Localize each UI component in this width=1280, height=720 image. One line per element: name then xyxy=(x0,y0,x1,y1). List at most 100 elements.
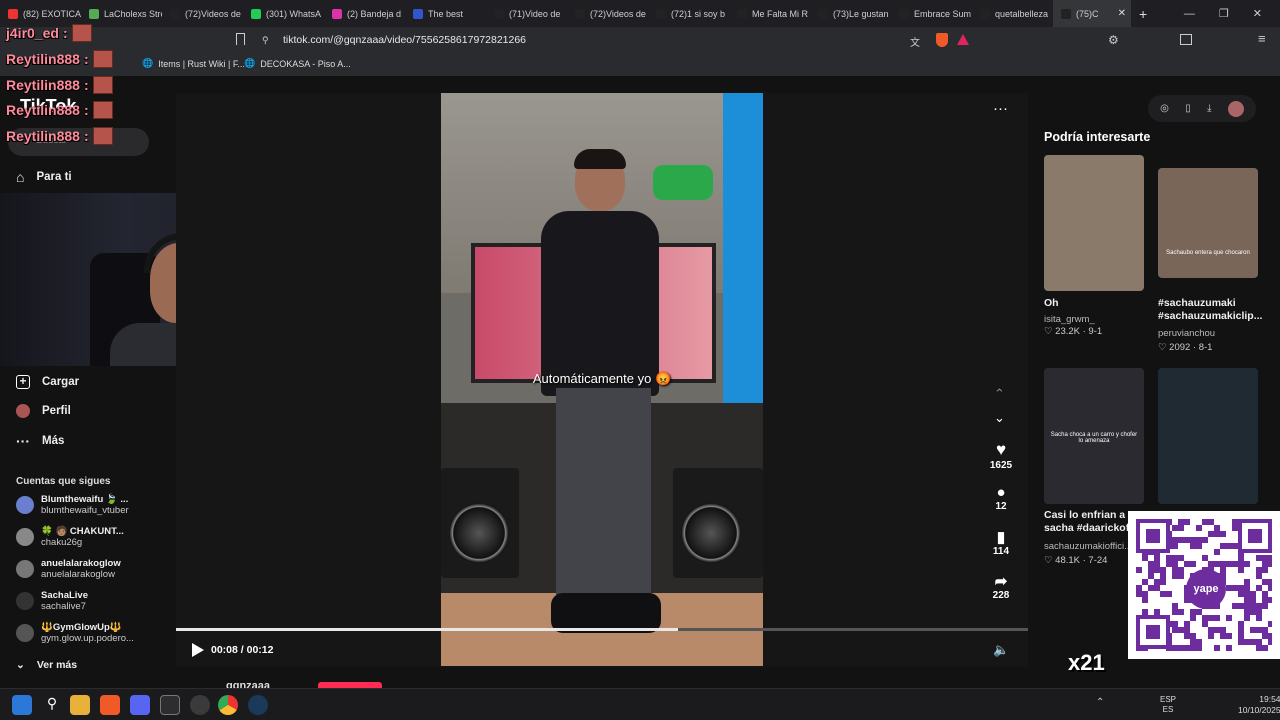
recommendation-title[interactable]: Oh xyxy=(1044,297,1154,310)
recommendation-title[interactable]: #sachauzumaki #sachauzumakiclip... xyxy=(1158,297,1268,323)
coin-icon[interactable]: ◎ xyxy=(1160,103,1169,114)
chevron-down-icon: ⌄ xyxy=(16,659,25,671)
scroll-up-icon[interactable]: ⌃ xyxy=(994,386,1005,402)
tab-favicon-icon xyxy=(332,8,342,19)
user-avatar[interactable] xyxy=(1227,100,1244,117)
avatar xyxy=(16,560,34,578)
browser-tab[interactable]: quetalbelleza xyxy=(972,0,1053,27)
brave-icon[interactable] xyxy=(100,695,120,715)
comment-button[interactable]: ● 12 xyxy=(986,484,1016,512)
maximize-icon[interactable]: ❐ xyxy=(1219,7,1229,20)
new-tab-button[interactable]: + xyxy=(1139,6,1147,22)
following-item[interactable]: Blumthewaifu 🍃 ... blumthewaifu_vtuber xyxy=(16,494,129,516)
following-name: SachaLive xyxy=(41,590,88,601)
sidebar-toggle-icon[interactable] xyxy=(1180,34,1192,45)
menu-icon[interactable]: ≡ xyxy=(1258,31,1266,46)
bookmark-icon[interactable] xyxy=(236,33,245,45)
tab-favicon-icon xyxy=(656,8,666,19)
brave-shield-icon[interactable] xyxy=(936,33,948,47)
browser-tab[interactable]: Me Falta Mi R xyxy=(729,0,810,27)
chat-colon: : xyxy=(62,25,68,41)
following-handle: blumthewaifu_vtuber xyxy=(41,505,129,516)
nav-para-ti[interactable]: ⌂ Para ti xyxy=(16,169,72,185)
browser-tab[interactable]: (71)Video de xyxy=(486,0,567,27)
site-info-icon[interactable]: ⚲ xyxy=(262,35,269,46)
tab-favicon-icon xyxy=(899,8,909,19)
recommendation-user[interactable]: sachauzumakioffici... xyxy=(1044,541,1132,552)
browser-tab[interactable]: (301) WhatsA xyxy=(243,0,324,27)
more-options-icon[interactable]: ··· xyxy=(993,100,1008,117)
recommendation-thumbnail[interactable] xyxy=(1044,155,1144,291)
rewards-icon[interactable] xyxy=(957,34,969,45)
steam-icon[interactable] xyxy=(248,695,268,715)
chat-message: Reytilin888: xyxy=(6,127,113,145)
like-count: 1625 xyxy=(989,460,1013,471)
tab-label: Embrace Sum xyxy=(914,8,972,19)
browser-tab[interactable]: (72)Videos de xyxy=(162,0,243,27)
clock-date: 10/10/2025 xyxy=(1238,705,1280,715)
save-button[interactable]: ▮ 114 xyxy=(986,528,1016,557)
chrome-icon[interactable] xyxy=(218,695,238,715)
obs-icon[interactable] xyxy=(190,695,210,715)
recommendation-user[interactable]: isita_grwm_ xyxy=(1044,314,1095,325)
discord-icon[interactable] xyxy=(130,695,150,715)
toolbar-pill: ◎ ▯ ⤓ xyxy=(1148,95,1256,122)
volume-icon[interactable]: 🔈 xyxy=(993,642,1009,658)
close-window-icon[interactable]: ✕ xyxy=(1253,7,1262,20)
home-icon: ⌂ xyxy=(16,169,25,185)
translate-icon[interactable]: 文 xyxy=(910,34,920,49)
browser-tab[interactable]: (73)Le gustan xyxy=(810,0,891,27)
browser-tab[interactable]: (2) Bandeja d xyxy=(324,0,405,27)
scroll-down-icon[interactable]: ⌄ xyxy=(994,410,1005,426)
search-icon[interactable]: ⚲ xyxy=(42,695,62,715)
url-field[interactable]: tiktok.com/@gqnzaaa/video/75562586179728… xyxy=(283,34,526,46)
tab-label: (72)1 si soy b xyxy=(671,8,726,19)
video-player[interactable]: Automáticamente yo 😡 xyxy=(441,93,763,666)
browser-tab[interactable]: (72)1 si soy b xyxy=(648,0,729,27)
recommendation-thumbnail[interactable]: Sachaubo entera que chocaron xyxy=(1158,168,1258,278)
clock[interactable]: 19:54 10/10/2025 xyxy=(1238,694,1280,716)
play-icon[interactable] xyxy=(192,643,204,657)
browser-tab[interactable]: LaCholexs Stre xyxy=(81,0,162,27)
browser-tab[interactable]: The best xyxy=(405,0,486,27)
person-hoodie xyxy=(541,211,659,396)
emote-icon xyxy=(71,24,92,42)
app-icon[interactable] xyxy=(160,695,180,715)
nav-perfil[interactable]: Perfil xyxy=(16,404,71,418)
lang-code: ESP xyxy=(1160,695,1177,704)
tab-label: (75)C xyxy=(1076,8,1099,19)
following-item[interactable]: 🔱GymGlowUp🔱 gym.glow.up.podero... xyxy=(16,622,134,644)
bookmark-decokasa[interactable]: 🌐 DECOKASA - Piso A... xyxy=(244,58,351,69)
following-item[interactable]: anuelalarakoglow anuelalarakoglow xyxy=(16,558,121,580)
avatar xyxy=(16,624,34,642)
browser-tab[interactable]: (75)C ✕ xyxy=(1053,0,1131,27)
file-explorer-icon[interactable] xyxy=(70,695,90,715)
minimize-icon[interactable]: — xyxy=(1184,8,1195,20)
recommendation-thumbnail[interactable] xyxy=(1158,368,1258,504)
ver-mas-button[interactable]: ⌄ Ver más xyxy=(16,659,77,671)
tray-chevron-icon[interactable]: ⌃ xyxy=(1096,697,1104,708)
start-icon[interactable] xyxy=(12,695,32,715)
extensions-icon[interactable]: ⚙ xyxy=(1108,33,1119,47)
emote-icon xyxy=(92,127,113,145)
browser-tab[interactable]: Embrace Sum xyxy=(891,0,972,27)
share-button[interactable]: ➦ 228 xyxy=(986,572,1016,601)
device-icon[interactable]: ▯ xyxy=(1185,103,1191,114)
recommendation-user[interactable]: peruvianchou xyxy=(1158,328,1215,339)
close-tab-icon[interactable]: ✕ xyxy=(1118,8,1126,19)
following-item[interactable]: 🍀 🧑🏽 CHAKUNT... chaku26g xyxy=(16,526,124,548)
clock-time: 19:54 xyxy=(1259,694,1280,704)
globe-icon: 🌐 xyxy=(244,58,256,68)
following-item[interactable]: SachaLive sachalive7 xyxy=(16,590,88,612)
download-icon[interactable]: ⤓ xyxy=(1207,103,1211,114)
nav-cargar[interactable]: + Cargar xyxy=(16,375,79,389)
chat-colon: : xyxy=(83,102,89,118)
language-indicator[interactable]: ESP ES xyxy=(1160,695,1176,715)
nav-mas[interactable]: ··· Más xyxy=(16,433,64,449)
browser-tab[interactable]: (82) EXOTICA xyxy=(0,0,81,27)
recommendations-title: Podría interesarte xyxy=(1044,130,1151,144)
browser-tab[interactable]: (72)Videos de xyxy=(567,0,648,27)
like-button[interactable]: ♥ 1625 xyxy=(986,440,1016,471)
bookmark-rust-wiki[interactable]: 🌐 Items | Rust Wiki | F... xyxy=(142,58,245,69)
recommendation-thumbnail[interactable]: Sacha choca a un carro y chofer lo amena… xyxy=(1044,368,1144,504)
